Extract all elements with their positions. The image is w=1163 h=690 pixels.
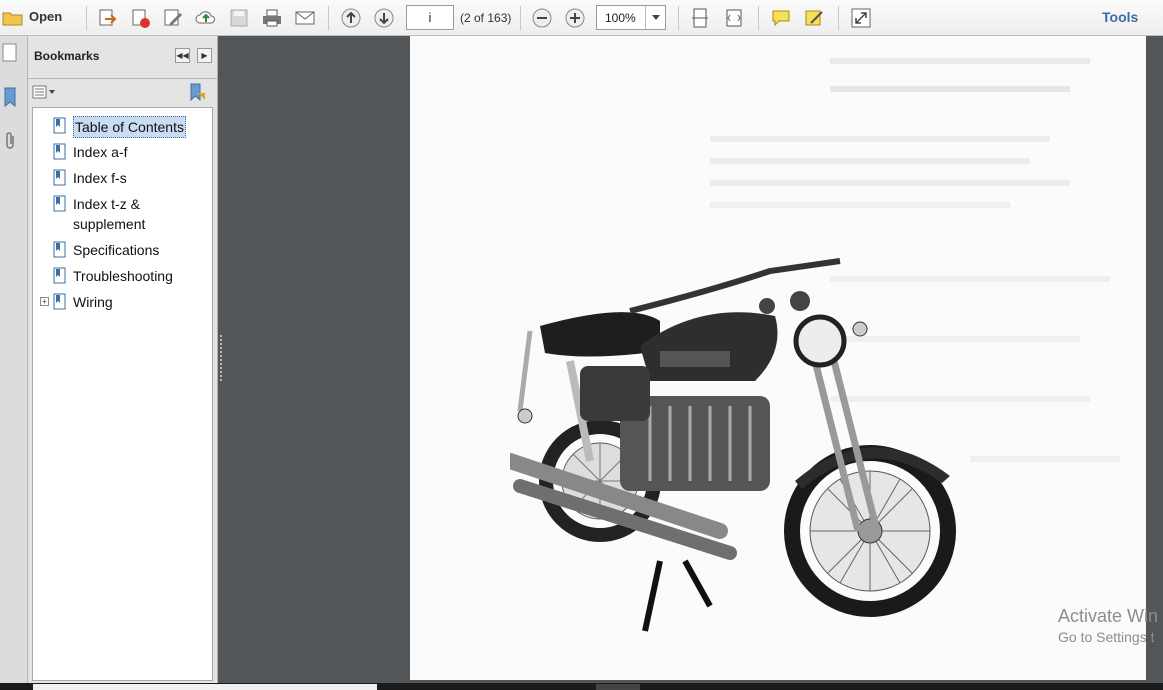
zoom-out-icon[interactable] (529, 5, 555, 31)
activation-subtitle: Go to Settings t (1058, 629, 1155, 645)
bookmark-icon (53, 195, 69, 213)
bookmark-item[interactable]: Index a-f (53, 142, 208, 162)
page-number-input[interactable] (406, 5, 454, 30)
options-menu-icon[interactable] (32, 83, 56, 101)
edit-icon[interactable] (160, 5, 186, 31)
main-toolbar: Open (2 of 163) 100% (0, 0, 1163, 36)
zoom-value: 100% (605, 11, 636, 25)
create-pdf-icon[interactable] (127, 5, 153, 31)
bookmark-item[interactable]: Index t-z & supplement (53, 194, 208, 234)
activation-title: Activate Win (1058, 606, 1159, 626)
bookmark-tree: Table of Contents Index a-f Index f-s In… (32, 107, 213, 681)
sign-icon[interactable] (801, 5, 827, 31)
save-icon[interactable] (226, 5, 252, 31)
bookmark-icon (53, 241, 69, 259)
comment-icon[interactable] (768, 5, 794, 31)
bookmark-label: Index f-s (73, 170, 127, 186)
open-button[interactable]: Open (29, 9, 62, 24)
bookmark-label: Index a-f (73, 144, 128, 160)
bookmark-icon (53, 117, 69, 135)
bookmark-icon (53, 143, 69, 161)
bookmark-item[interactable]: Index f-s (53, 168, 208, 188)
collapse-panel-icon[interactable]: ◀◀ (175, 48, 190, 63)
activation-watermark: Activate Win Go to Settings t (1058, 606, 1158, 645)
new-bookmark-icon[interactable] (188, 83, 206, 106)
bookmark-icon (53, 267, 69, 285)
zoom-in-icon[interactable] (562, 5, 588, 31)
expand-icon[interactable]: + (40, 297, 49, 306)
bookmarks-tab-icon[interactable] (0, 84, 20, 110)
fit-page-icon[interactable] (687, 5, 713, 31)
taskbar-strip (0, 683, 1163, 690)
bookmark-label: Table of Contents (73, 116, 186, 138)
bookmark-label: Wiring (73, 294, 113, 310)
fit-width-icon[interactable] (721, 5, 747, 31)
bookmark-label: Troubleshooting (73, 268, 173, 284)
bookmark-item[interactable]: Table of Contents (53, 116, 186, 138)
bookmarks-panel: Bookmarks ◀◀ ▶ Table of Contents Index a… (28, 36, 218, 690)
bookmark-label: Index t-z & supplement (73, 196, 146, 232)
panel-title: Bookmarks (34, 49, 100, 63)
print-icon[interactable] (259, 5, 285, 31)
next-page-icon[interactable] (371, 5, 397, 31)
bookmark-item[interactable]: Specifications (53, 240, 208, 260)
navigation-rail (0, 36, 28, 690)
prev-page-icon[interactable] (338, 5, 364, 31)
bookmark-item[interactable]: Troubleshooting (53, 266, 208, 286)
chevron-down-icon[interactable] (645, 6, 665, 29)
zoom-select[interactable]: 100% (596, 5, 666, 30)
attachments-icon[interactable] (0, 128, 20, 154)
bookmark-icon (53, 169, 69, 187)
document-page[interactable] (410, 36, 1146, 680)
page-thumbnails-icon[interactable] (0, 40, 20, 66)
hide-panel-icon[interactable]: ▶ (197, 48, 212, 63)
splitter-grip[interactable] (220, 335, 222, 381)
email-icon[interactable] (292, 5, 318, 31)
bookmark-item[interactable]: Wiring (53, 292, 208, 312)
tools-button[interactable]: Tools (1102, 9, 1138, 25)
upload-cloud-icon[interactable] (193, 5, 219, 31)
export-icon[interactable] (94, 5, 120, 31)
motorcycle-photo (510, 258, 956, 632)
open-folder-icon[interactable] (0, 5, 26, 31)
bookmark-label: Specifications (73, 242, 160, 258)
bookmark-icon (53, 293, 69, 311)
page-count: (2 of 163) (460, 11, 512, 25)
fullscreen-icon[interactable] (848, 5, 874, 31)
